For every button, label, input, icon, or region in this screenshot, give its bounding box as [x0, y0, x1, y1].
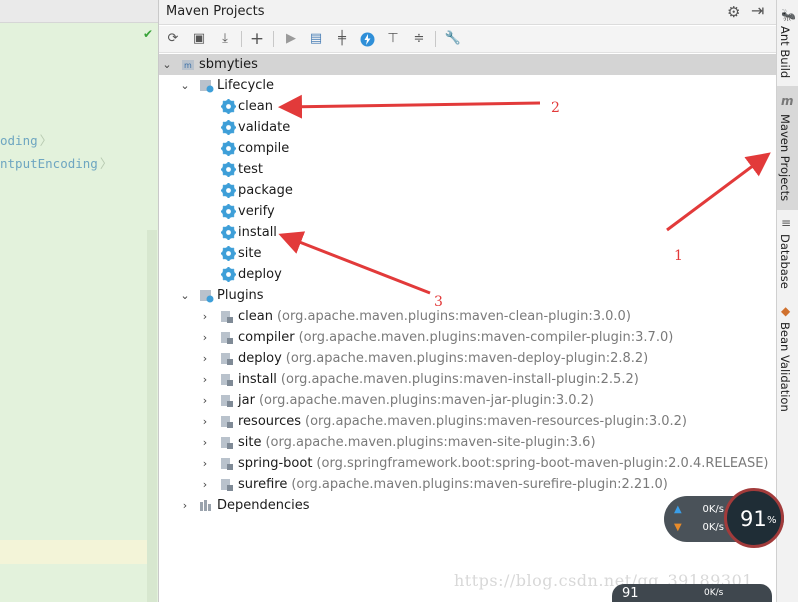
arrow-to-install: [278, 231, 431, 295]
secondary-speed-widget: 91 0K/s: [612, 584, 772, 602]
gauge-percent: 91: [740, 507, 767, 531]
gauge-percent-sign: %: [767, 515, 777, 526]
upload-speed: 0K/s: [702, 504, 725, 515]
upload-arrow-icon: ▲: [674, 504, 682, 515]
secondary-speed: 0K/s: [704, 588, 724, 598]
annotation-number: 3: [434, 294, 443, 310]
arrow-to-maven-tab: [666, 152, 771, 232]
annotation-number: 2: [551, 100, 560, 116]
arrow-to-clean: [278, 94, 541, 119]
download-arrow-icon: ▼: [674, 522, 682, 533]
download-speed: 0K/s: [702, 522, 725, 533]
annotation-number: 1: [674, 248, 683, 264]
secondary-gauge-number: 91: [622, 586, 639, 601]
memory-gauge[interactable]: 91 %: [724, 488, 784, 548]
